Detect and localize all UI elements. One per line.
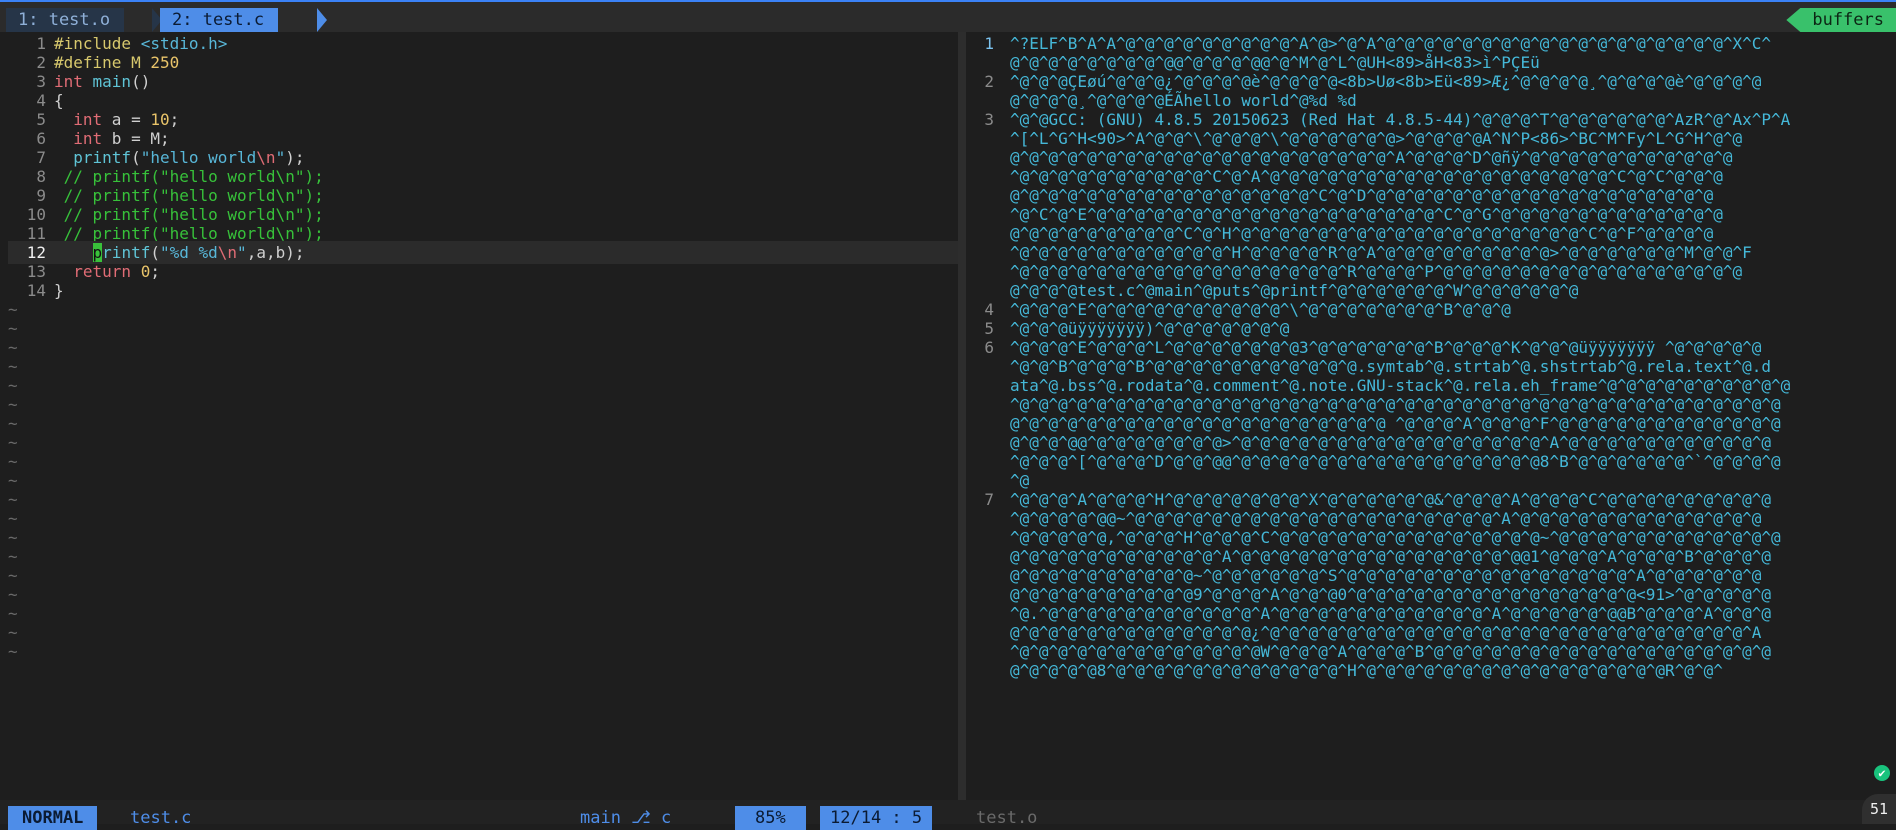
cursor-position: 12/14 : 5 [820, 806, 933, 830]
statusline: NORMAL test.c main ⎇ c 85% 12/14 : 5 tes… [0, 800, 1896, 830]
code-token: } [54, 281, 64, 300]
right-editor-pane[interactable]: 1 ^?ELF^B^A^A^@^@^@^@^@^@^@^@^@^A^@>^@^A^… [966, 32, 1896, 800]
binary-text: @^@^@^@^@8^@^@^@^@^@^@^@^@^@^@^@^@^H^@^@… [1010, 661, 1723, 680]
tab-2-arrow [317, 8, 327, 32]
code-line[interactable]: 14} [8, 279, 958, 302]
empty-line-tilde: ~ [8, 642, 18, 661]
scroll-percent: 85% [735, 806, 806, 830]
tab-2-test-c[interactable]: 2: test.c [160, 8, 279, 32]
binary-line[interactable]: @^@^@^@^@8^@^@^@^@^@^@^@^@^@^@^@^@^H^@^@… [966, 659, 1896, 682]
tab-1-test-o[interactable]: 1: test.o [6, 8, 125, 32]
vertical-split-divider[interactable] [958, 32, 966, 824]
status-filename: test.c [130, 808, 192, 828]
buffers-badge[interactable]: buffers [1786, 8, 1896, 32]
avatar[interactable]: 51 [1862, 794, 1896, 824]
left-editor-pane[interactable]: 1 #include <stdio.h> 2 #define M 250 3 int ma… [8, 32, 958, 800]
check-icon: ✔ [1874, 765, 1890, 781]
right-status-filename: test.o [976, 808, 1038, 828]
git-branch: main ⎇ c [580, 808, 672, 828]
tabline: 1: test.o 2: test.c buffers [0, 0, 1896, 32]
mode-indicator: NORMAL [8, 806, 98, 830]
code-text: } [54, 279, 64, 302]
